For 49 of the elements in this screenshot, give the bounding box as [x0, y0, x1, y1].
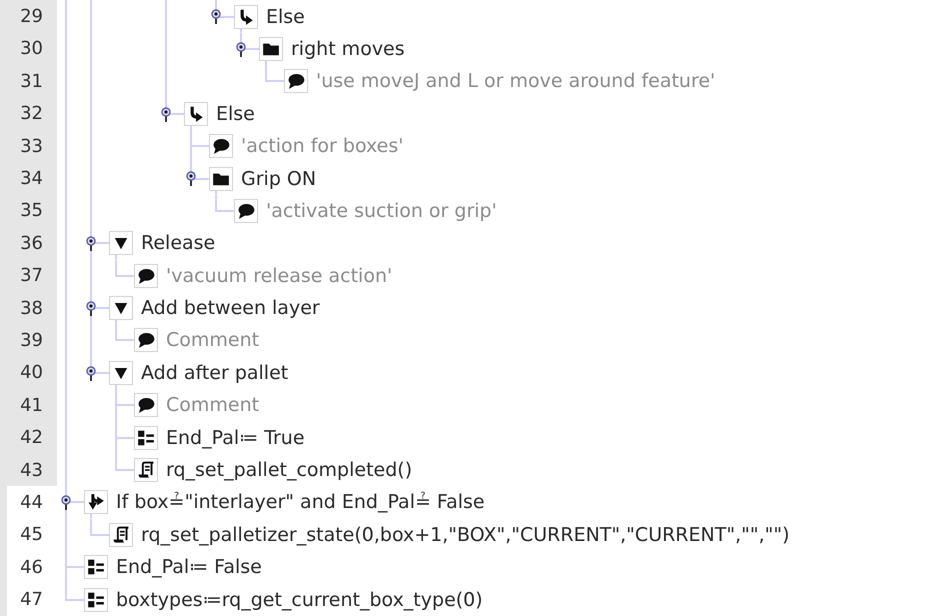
line-number: 34 [0, 162, 57, 195]
tree-item-label[interactable]: Add after pallet [133, 362, 288, 384]
line-number: 30 [0, 32, 57, 66]
line-number: 42 [0, 421, 57, 454]
tree-item-label[interactable]: End_Pal≔ False [108, 556, 262, 578]
scroll-icon [109, 522, 133, 547]
line-number: 39 [0, 324, 57, 357]
pin-icon[interactable] [161, 106, 171, 122]
tree-item-label[interactable]: rq_set_palletizer_state(0,box+1,"BOX","CURRENT","CURRENT","","") [133, 524, 790, 546]
pin-icon[interactable] [236, 42, 246, 57]
pin-icon[interactable] [211, 9, 221, 24]
tree-item-label[interactable]: Grip ON [233, 168, 316, 190]
scroll-icon [134, 458, 158, 482]
tree-item-label[interactable]: rq_set_pallet_completed() [158, 459, 412, 482]
speech-bubble-icon [134, 393, 158, 418]
line-number: 33 [0, 130, 57, 162]
list-icon [84, 588, 108, 612]
pin-icon[interactable] [186, 171, 196, 186]
line-number: 41 [0, 389, 57, 422]
pin-icon[interactable] [86, 300, 96, 316]
folder-icon [259, 36, 283, 61]
line-number: 37 [0, 260, 57, 292]
line-number: 31 [0, 65, 57, 98]
list-icon [134, 426, 158, 450]
pin-icon[interactable] [86, 366, 96, 381]
line-number: 40 [0, 356, 57, 390]
speech-bubble-icon [209, 134, 233, 158]
tree-item-label[interactable]: right moves [283, 38, 405, 60]
line-number: 32 [0, 98, 57, 130]
folder-icon [209, 166, 233, 191]
pin-icon[interactable] [86, 236, 96, 252]
tree-item-label[interactable]: Else [208, 102, 255, 125]
tree-item-label[interactable]: End_Pal≔ True [158, 426, 305, 449]
tree-item-label[interactable]: If box≟"interlayer" and End_Pal≟ False [108, 491, 485, 514]
line-number: 35 [0, 194, 57, 228]
line-number: 36 [0, 227, 57, 260]
speech-bubble-icon [134, 264, 158, 288]
speech-bubble-icon [134, 328, 158, 352]
speech-bubble-icon [284, 69, 308, 94]
tree-item-label[interactable]: boxtypes≔rq_get_current_box_type(0) [108, 588, 483, 611]
line-number: 29 [0, 0, 57, 33]
speech-bubble-icon [234, 198, 258, 223]
line-number: 43 [0, 454, 57, 486]
tree-item-label[interactable]: Release [133, 232, 216, 254]
tree-item-label[interactable]: Add between layer [133, 297, 320, 320]
pin-icon[interactable] [61, 495, 71, 510]
tree-item-label[interactable]: Else [258, 6, 305, 28]
line-number: 38 [0, 292, 57, 324]
list-icon [84, 555, 108, 580]
